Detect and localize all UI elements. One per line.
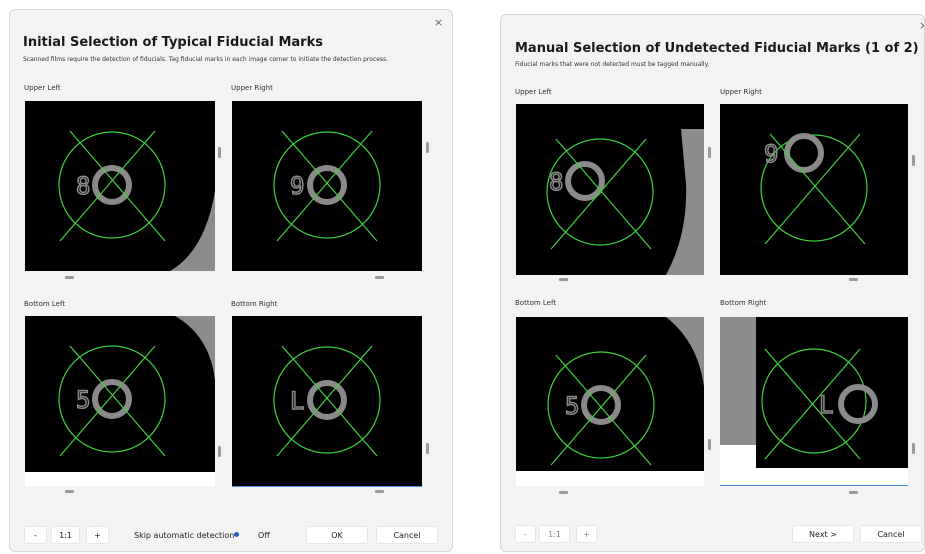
fiducial-mark [92, 379, 132, 419]
horizontal-scrollbar[interactable] [559, 278, 568, 281]
bottom-left-viewer[interactable]: 5 [516, 317, 704, 471]
vertical-scrollbar[interactable] [218, 446, 221, 457]
bottom-left-label: Bottom Left [24, 300, 66, 308]
horizontal-scrollbar[interactable] [849, 278, 858, 281]
horizontal-scrollbar[interactable] [849, 491, 858, 494]
close-icon[interactable]: × [919, 20, 924, 31]
bottom-left-viewer[interactable]: 5 [25, 316, 215, 472]
close-icon[interactable]: × [434, 17, 443, 28]
fiducial-digit: 9 [290, 172, 304, 200]
film-edge [175, 316, 215, 381]
zoom-out-button[interactable]: - [24, 526, 47, 544]
skip-detection-label: Skip automatic detection [134, 531, 235, 540]
fiducial-digit: L [290, 387, 304, 415]
marker-crosshair [764, 133, 861, 245]
vertical-scrollbar[interactable] [912, 155, 915, 166]
bottom-right-viewer[interactable]: L [232, 316, 422, 486]
bottom-right-label: Bottom Right [231, 300, 278, 308]
film-edge [666, 129, 704, 275]
bottom-left-field[interactable] [25, 472, 215, 486]
fiducial-digit: 8 [549, 168, 563, 196]
ok-button[interactable]: OK [306, 526, 368, 544]
film-edge [170, 191, 215, 271]
dialog-subtitle: Scanned films require the detection of f… [23, 56, 389, 63]
next-button[interactable]: Next > [792, 525, 854, 543]
upper-right-label: Upper Right [720, 88, 762, 96]
fiducial-digit: 9 [764, 140, 778, 168]
bottom-right-label: Bottom Right [720, 299, 767, 307]
bottom-right-focus-underline [720, 485, 908, 486]
film-edge [720, 317, 756, 445]
bottom-left-label: Bottom Left [515, 299, 557, 307]
vertical-scrollbar[interactable] [426, 142, 429, 153]
upper-left-viewer[interactable]: 8 [516, 104, 704, 275]
vertical-scrollbar[interactable] [426, 443, 429, 454]
marker-crosshair [550, 138, 647, 250]
film-edge [666, 317, 704, 387]
fiducial-digit: 8 [76, 172, 90, 200]
upper-left-label: Upper Left [515, 88, 552, 96]
horizontal-scrollbar[interactable] [375, 490, 384, 493]
dialog-subtitle: Fiducial marks that were not detected mu… [515, 61, 710, 68]
horizontal-scrollbar[interactable] [65, 276, 74, 279]
fiducial-mark [565, 161, 605, 201]
skip-detection-toggle[interactable] [234, 532, 239, 537]
upper-right-viewer[interactable]: 9 [232, 101, 422, 271]
dialog-title: Initial Selection of Typical Fiducial Ma… [23, 35, 323, 50]
marker-circle [761, 348, 867, 454]
horizontal-scrollbar[interactable] [375, 276, 384, 279]
bottom-right-viewer[interactable]: L [720, 317, 908, 468]
marker-circle [547, 351, 655, 459]
toggle-state-label: Off [258, 531, 270, 540]
fiducial-mark [784, 133, 824, 173]
bottom-right-focus-underline [232, 486, 422, 487]
cancel-button[interactable]: Cancel [860, 525, 922, 543]
marker-circle [58, 345, 166, 453]
horizontal-scrollbar[interactable] [65, 490, 74, 493]
vertical-scrollbar[interactable] [708, 439, 711, 450]
dialog-title: Manual Selection of Undetected Fiducial … [515, 41, 924, 56]
upper-left-label: Upper Left [24, 84, 61, 92]
vertical-scrollbar[interactable] [708, 147, 711, 158]
bottom-right-field[interactable] [720, 468, 908, 485]
fiducial-mark [838, 384, 878, 424]
bottom-left-field[interactable] [516, 471, 704, 486]
vertical-scrollbar[interactable] [912, 443, 915, 454]
fiducial-digit: 5 [565, 392, 579, 420]
fiducial-digit: 5 [76, 386, 90, 414]
horizontal-scrollbar[interactable] [559, 491, 568, 494]
zoom-level-field[interactable]: 1:1 [539, 525, 570, 543]
upper-right-viewer[interactable]: 9 [720, 104, 908, 275]
zoom-in-button[interactable]: + [86, 526, 109, 544]
fiducial-digit: L [819, 391, 833, 419]
initial-selection-dialog: × Initial Selection of Typical Fiducial … [9, 9, 453, 552]
upper-left-viewer[interactable]: 8 [25, 101, 215, 271]
zoom-level-field[interactable]: 1:1 [51, 526, 80, 544]
fiducial-mark [92, 165, 132, 205]
zoom-out-button[interactable]: - [515, 525, 536, 543]
film-margin [720, 445, 756, 468]
zoom-in-button[interactable]: + [576, 525, 597, 543]
manual-selection-dialog: × Manual Selection of Undetected Fiducia… [500, 14, 925, 552]
cancel-button[interactable]: Cancel [376, 526, 438, 544]
vertical-scrollbar[interactable] [218, 147, 221, 158]
upper-right-label: Upper Right [231, 84, 273, 92]
